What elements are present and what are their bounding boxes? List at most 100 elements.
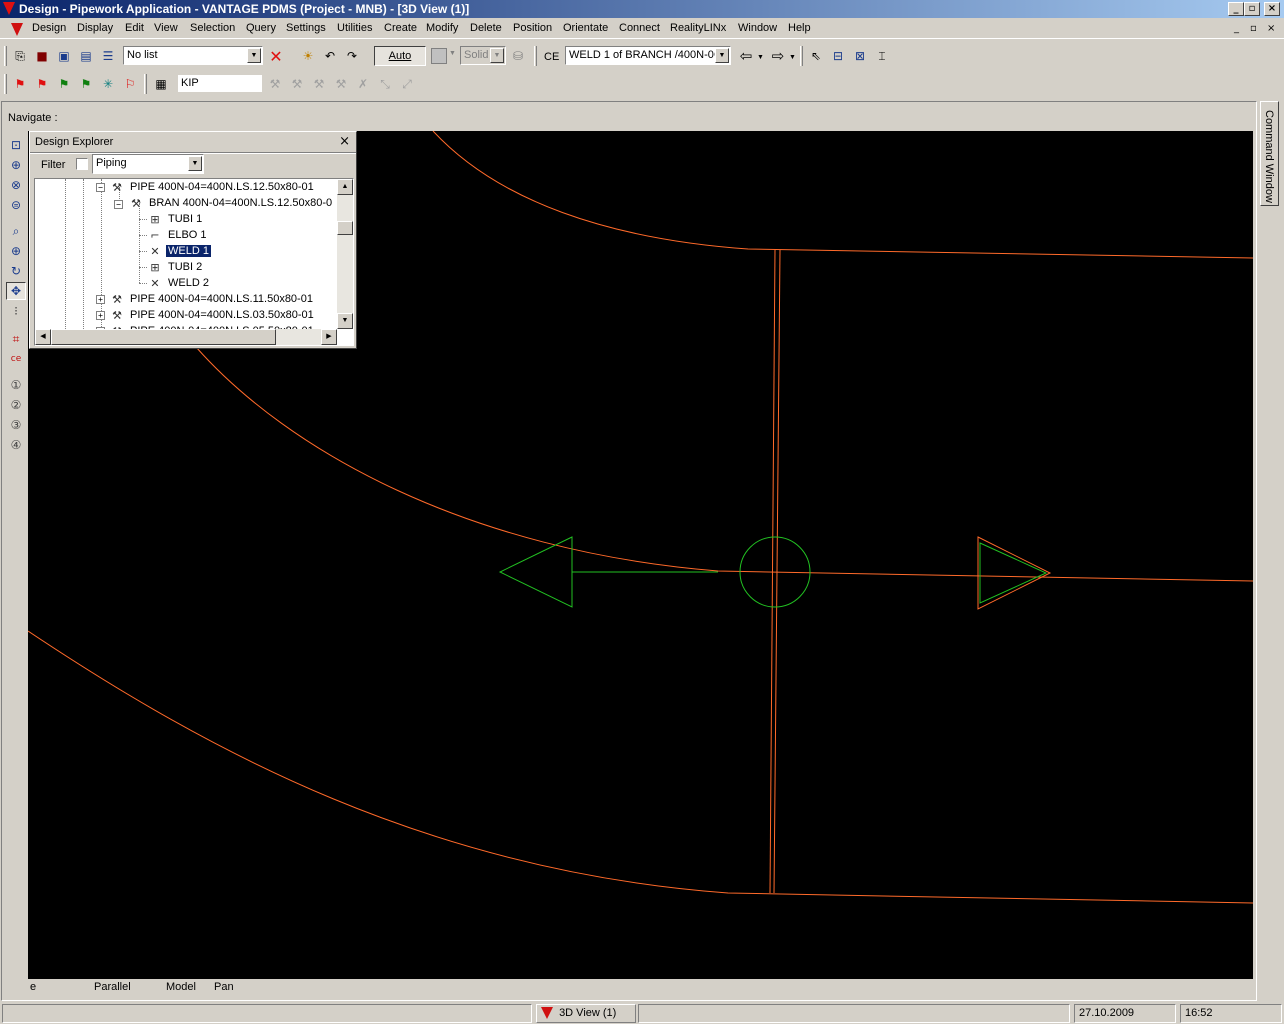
tree-item-pipe[interactable]: ⚒ PIPE 400N-04=400N.LS.11.50x80-01 xyxy=(109,291,315,307)
tool-b-icon[interactable]: ⚒ xyxy=(287,74,307,94)
tree-item-branch[interactable]: ⚒ BRAN 400N-04=400N.LS.12.50x80-0 xyxy=(128,195,334,211)
close-button[interactable]: × xyxy=(1264,2,1280,16)
menu-query[interactable]: Query xyxy=(246,22,276,34)
menu-connect[interactable]: Connect xyxy=(619,22,660,34)
saved-view-2-icon[interactable]: ② xyxy=(6,396,26,414)
ce-view-icon[interactable]: ce xyxy=(6,350,26,368)
graphics-pick-icon[interactable]: ⊟ xyxy=(828,46,848,66)
back-dropdown-icon[interactable]: ▼ xyxy=(757,54,764,61)
menu-help[interactable]: Help xyxy=(788,22,811,34)
kip-field[interactable]: KIP xyxy=(177,74,263,93)
menu-settings[interactable]: Settings xyxy=(286,22,326,34)
collapse-toggle[interactable]: − xyxy=(96,183,105,192)
tree-item-tubi-2[interactable]: ⊞ TUBI 2 xyxy=(147,259,204,275)
tool-e-icon[interactable]: ⤡ xyxy=(375,74,395,94)
menu-display[interactable]: Display xyxy=(77,22,113,34)
menu-delete[interactable]: Delete xyxy=(470,22,502,34)
color-dropdown-icon[interactable]: ▼ xyxy=(449,50,456,57)
current-element-combo[interactable]: WELD 1 of BRANCH /400N-0¢ ▼ xyxy=(565,46,731,65)
back-arrow-icon[interactable]: ⇦ xyxy=(736,46,756,66)
menu-edit[interactable]: Edit xyxy=(125,22,144,34)
menu-selection[interactable]: Selection xyxy=(190,22,235,34)
scroll-thumb[interactable] xyxy=(337,221,353,235)
scroll-left-icon[interactable]: ◀ xyxy=(35,329,51,345)
mdi-close-button[interactable]: × xyxy=(1267,23,1275,34)
zoom-icon[interactable]: ⌕ xyxy=(6,222,26,240)
mdi-minimize-button[interactable]: _ xyxy=(1234,23,1239,34)
zoom-select-icon[interactable]: ⊗ xyxy=(6,176,26,194)
saved-view-4-icon[interactable]: ④ xyxy=(6,436,26,454)
auto-button[interactable]: Auto xyxy=(374,46,426,66)
filter-checkbox[interactable] xyxy=(76,158,88,170)
tool-c-icon[interactable]: ⚒ xyxy=(309,74,329,94)
kip-icon[interactable]: ▦ xyxy=(151,74,171,94)
zoom-all-icon[interactable]: ⊜ xyxy=(6,196,26,214)
tree-item-pipe[interactable]: ⚒ PIPE 400N-04=400N.LS.03.50x80-01 xyxy=(109,307,316,323)
pan-icon[interactable]: ✥ xyxy=(6,282,26,300)
database-icon[interactable]: ⛁ xyxy=(508,46,528,66)
menu-position[interactable]: Position xyxy=(513,22,552,34)
flag-doc-icon[interactable]: ⚐ xyxy=(120,74,140,94)
flag-green-alt-icon[interactable]: ⚑ xyxy=(76,74,96,94)
minimize-button[interactable]: _ xyxy=(1228,2,1244,16)
walk-icon[interactable]: ⁝ xyxy=(6,302,26,320)
menu-modify[interactable]: Modify xyxy=(426,22,458,34)
chevron-down-icon[interactable]: ▼ xyxy=(247,48,261,63)
tool-a-icon[interactable]: ⚒ xyxy=(265,74,285,94)
zoom-limits-icon[interactable]: ⊡ xyxy=(6,136,26,154)
pointer-icon[interactable]: ⇖ xyxy=(806,46,826,66)
chevron-down-icon[interactable]: ▼ xyxy=(715,48,729,63)
document-logo-icon[interactable] xyxy=(11,23,23,36)
save-icon[interactable]: ■ xyxy=(32,46,52,66)
saved-view-3-icon[interactable]: ③ xyxy=(6,416,26,434)
flag-red-alt-icon[interactable]: ⚑ xyxy=(32,74,52,94)
filter-combo[interactable]: Piping ▼ xyxy=(92,154,204,174)
redo-icon[interactable]: ↷ xyxy=(342,46,362,66)
zoom-pick-icon[interactable]: ⊕ xyxy=(6,156,26,174)
window-tab-3d-view[interactable]: 3D View (1) xyxy=(536,1004,636,1023)
collapse-toggle[interactable]: − xyxy=(114,200,123,209)
menu-design[interactable]: Design xyxy=(32,22,66,34)
list-icon[interactable]: ☰ xyxy=(98,46,118,66)
menu-orientate[interactable]: Orientate xyxy=(563,22,608,34)
flag-red-icon[interactable]: ⚑ xyxy=(10,74,30,94)
tree-item-weld-2[interactable]: ✕ WELD 2 xyxy=(147,275,211,291)
scroll-down-icon[interactable]: ▼ xyxy=(337,313,353,329)
color-swatch[interactable] xyxy=(431,48,447,64)
command-window-tab[interactable]: Command Window xyxy=(1260,101,1279,206)
undo-icon[interactable]: ↶ xyxy=(320,46,340,66)
menu-view[interactable]: View xyxy=(154,22,178,34)
design-tree[interactable]: − ⚒ PIPE 400N-04=400N.LS.12.50x80-01 − ⚒… xyxy=(34,178,354,346)
menu-realitylinx[interactable]: RealityLINx xyxy=(670,22,726,34)
tool-d-icon[interactable]: ⚒ xyxy=(331,74,351,94)
menu-create[interactable]: Create xyxy=(384,22,417,34)
spark-icon[interactable]: ✳ xyxy=(98,74,118,94)
window-icon[interactable]: ▣ xyxy=(54,46,74,66)
clip-box-icon[interactable]: ⌗ xyxy=(6,330,26,348)
vertical-scrollbar[interactable] xyxy=(337,179,353,329)
tool-f-icon[interactable]: ⤢ xyxy=(397,74,417,94)
tree-item-elbo-1[interactable]: ⌐ ELBO 1 xyxy=(147,227,209,243)
forward-dropdown-icon[interactable]: ▼ xyxy=(789,54,796,61)
menu-utilities[interactable]: Utilities xyxy=(337,22,372,34)
rotate-icon[interactable]: ↻ xyxy=(6,262,26,280)
expand-toggle[interactable]: + xyxy=(96,311,105,320)
flag-green-icon[interactable]: ⚑ xyxy=(54,74,74,94)
solid-combo[interactable]: Solid ▼ xyxy=(460,46,506,65)
restore-button[interactable]: ▫ xyxy=(1244,2,1260,16)
tree-item-weld-1[interactable]: ✕ WELD 1 xyxy=(147,243,211,259)
clear-list-icon[interactable]: ✕ xyxy=(266,46,286,66)
menu-window[interactable]: Window xyxy=(738,22,777,34)
copy-icon[interactable]: ⎘ xyxy=(10,46,30,66)
sun-icon[interactable]: ☀ xyxy=(298,46,318,66)
tool-delete-icon[interactable]: ✗ xyxy=(353,74,373,94)
scroll-right-icon[interactable]: ▶ xyxy=(321,329,337,345)
list-combo[interactable]: No list ▼ xyxy=(123,46,263,65)
expand-toggle[interactable]: + xyxy=(96,295,105,304)
chevron-down-icon[interactable]: ▼ xyxy=(490,48,504,63)
close-icon[interactable]: × xyxy=(339,134,350,149)
windows-icon[interactable]: ▤ xyxy=(76,46,96,66)
tree-item-pipe[interactable]: ⚒ PIPE 400N-04=400N.LS.12.50x80-01 xyxy=(109,179,316,195)
saved-view-1-icon[interactable]: ① xyxy=(6,376,26,394)
tree-item-tubi-1[interactable]: ⊞ TUBI 1 xyxy=(147,211,204,227)
